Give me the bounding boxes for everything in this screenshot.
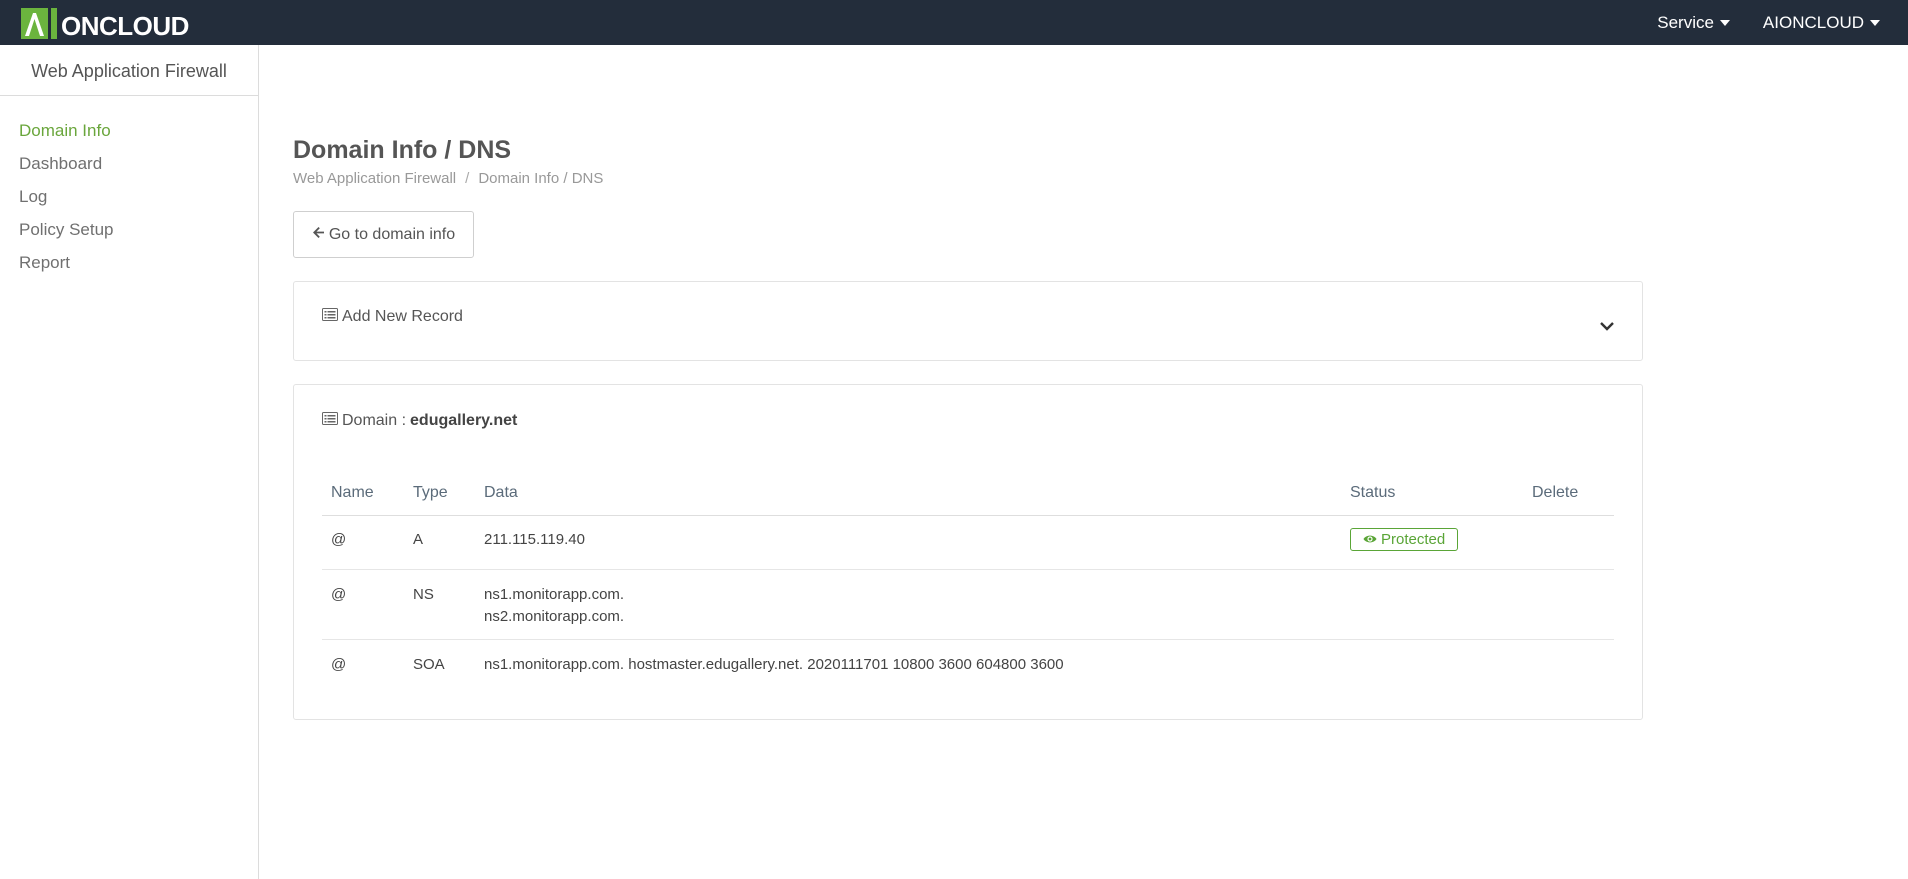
protected-status-badge: Protected (1350, 527, 1459, 551)
cell-delete (1523, 639, 1614, 689)
cell-delete (1523, 569, 1614, 640)
table-row: @ SOA ns1.monitorapp.com. hostmaster.edu… (322, 639, 1614, 689)
go-to-domain-info-button[interactable]: Go to domain info (293, 211, 474, 258)
account-dropdown[interactable]: AIONCLOUD (1763, 13, 1880, 33)
cell-status: Protected (1341, 515, 1523, 570)
cell-type: A (404, 515, 475, 570)
cell-data-line: ns2.monitorapp.com. (484, 607, 625, 625)
caret-down-icon (1870, 19, 1880, 26)
breadcrumb-item-current: Domain Info / DNS (478, 170, 604, 187)
add-record-label: Add New Record (342, 308, 463, 325)
add-record-panel[interactable]: Add New Record (293, 281, 1643, 361)
column-header-name: Name (322, 472, 404, 516)
service-dropdown[interactable]: Service (1657, 13, 1730, 33)
column-header-type: Type (404, 472, 475, 516)
breadcrumb: Web Application Firewall / Domain Info / D… (293, 170, 603, 187)
account-label: AIONCLOUD (1762, 12, 1864, 32)
logo-text: ONCLOUD (61, 10, 189, 41)
back-button-label: Go to domain info (328, 225, 456, 243)
sidebar-item-log[interactable]: Log (0, 185, 258, 218)
domain-name: edugallery.net (410, 412, 518, 429)
column-header-status: Status (1341, 472, 1523, 516)
cell-status (1341, 569, 1523, 640)
sidebar-item-dashboard[interactable]: Dashboard (0, 152, 258, 185)
sidebar-menu: Domain Info Dashboard Log Policy Setup R… (0, 96, 258, 284)
cell-type: SOA (413, 655, 445, 673)
top-nav-menu: Service AIONCLOUD (1657, 0, 1880, 45)
eye-icon (1363, 531, 1377, 548)
cell-data-line: ns1.monitorapp.com. (484, 585, 625, 603)
cell-name: @ (322, 515, 404, 570)
domain-records-panel: Domain : edugallery.net Name Type Data S… (293, 384, 1643, 720)
table-header-row: Name Type Data Status Delete (322, 472, 1614, 516)
cell-name: @ (322, 569, 404, 640)
cell-name: @ (331, 655, 347, 673)
domain-header: Domain : edugallery.net (322, 412, 517, 430)
column-header-delete: Delete (1523, 472, 1614, 516)
dns-records-table: Name Type Data Status Delete @ A 211.115… (322, 472, 1614, 689)
breadcrumb-item-waf[interactable]: Web Application Firewall (293, 170, 456, 187)
cell-delete (1523, 515, 1614, 570)
cell-data: ns1.monitorapp.com. ns2.monitorapp.com. (475, 569, 1341, 640)
sidebar-item-policy-setup[interactable]: Policy Setup (0, 218, 258, 251)
chevron-down-icon[interactable] (1600, 318, 1614, 336)
cell-data: 211.115.119.40 (475, 515, 1341, 570)
service-label: Service (1657, 12, 1714, 32)
cell-status (1341, 639, 1523, 689)
logo-a-mark (21, 7, 48, 39)
arrow-left-icon (312, 226, 325, 243)
top-navbar: ONCLOUD Service AIONCLOUD (0, 0, 1908, 45)
breadcrumb-separator: / (465, 170, 470, 187)
caret-down-icon (1719, 19, 1730, 26)
status-label: Protected (1381, 530, 1446, 548)
sidebar-title: Web Application Firewall (0, 45, 258, 96)
list-alt-icon (322, 412, 338, 430)
sidebar: Web Application Firewall Domain Info Das… (0, 45, 259, 879)
table-row: @ NS ns1.monitorapp.com. ns2.monitorapp.… (322, 569, 1614, 640)
sidebar-item-report[interactable]: Report (0, 251, 258, 284)
cell-data: ns1.monitorapp.com. hostmaster.edugaller… (484, 655, 1064, 673)
add-record-header: Add New Record (322, 308, 463, 326)
column-header-data: Data (475, 472, 1341, 516)
table-row: @ A 211.115.119.40 Protected (322, 515, 1614, 570)
sidebar-item-domain-info[interactable]: Domain Info (0, 119, 258, 152)
cell-type: NS (404, 569, 475, 640)
list-alt-icon (322, 308, 338, 326)
domain-label: Domain : (342, 412, 407, 429)
aioncloud-logo[interactable]: ONCLOUD (21, 6, 189, 41)
page-title: Domain Info / DNS (293, 136, 512, 164)
logo-i-mark (51, 7, 57, 39)
